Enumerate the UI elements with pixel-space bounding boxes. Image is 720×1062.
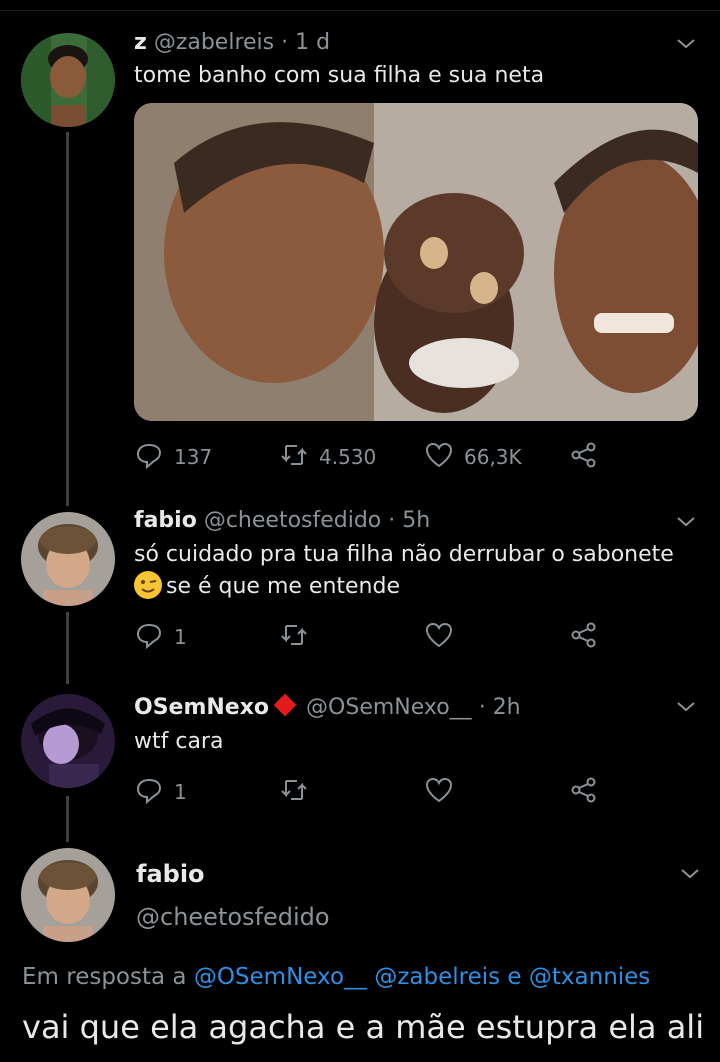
reply-button[interactable]: 137 xyxy=(134,437,212,477)
share-button[interactable] xyxy=(569,772,599,812)
wink-emoji-icon xyxy=(134,571,162,599)
like-button[interactable]: 66,3K xyxy=(424,437,522,477)
like-button[interactable] xyxy=(424,617,454,657)
retweet-icon xyxy=(279,440,309,475)
like-icon xyxy=(424,620,454,655)
reply-joiner: e xyxy=(507,964,522,990)
reply-button[interactable]: 1 xyxy=(134,617,187,657)
chevron-down-icon[interactable] xyxy=(674,695,698,719)
red-diamond-icon xyxy=(273,693,297,717)
reply-count: 1 xyxy=(174,780,187,804)
author-handle[interactable]: @OSemNexo__ xyxy=(306,695,472,720)
share-button[interactable] xyxy=(569,437,599,477)
like-count: 66,3K xyxy=(464,445,522,469)
like-icon xyxy=(424,440,454,475)
main-tweet-text: vai que ela agacha e a mãe estupra ela a… xyxy=(22,1008,705,1046)
tweet-text: wtf cara xyxy=(134,729,224,754)
share-button[interactable] xyxy=(569,617,599,657)
separator-dot: · xyxy=(478,695,486,720)
tweet-header: z @zabelreis · 1 d xyxy=(134,30,330,55)
tweet-text-line: se é que me entende xyxy=(134,571,674,603)
retweet-icon xyxy=(279,620,309,655)
retweet-icon xyxy=(279,775,309,810)
reply-icon xyxy=(134,440,164,475)
retweet-button[interactable] xyxy=(279,617,309,657)
reply-count: 1 xyxy=(174,625,187,649)
reply-prefix: Em resposta a xyxy=(22,964,187,990)
share-icon xyxy=(569,440,599,475)
separator-dot: · xyxy=(281,30,289,55)
reply-icon xyxy=(134,775,164,810)
tweet-actions: 1 xyxy=(134,772,614,812)
reply-icon xyxy=(134,620,164,655)
chevron-down-icon[interactable] xyxy=(678,862,702,886)
author-name[interactable]: fabio xyxy=(134,508,197,533)
avatar[interactable] xyxy=(21,694,115,788)
reply-context: Em resposta a @OSemNexo__ @zabelreis e @… xyxy=(22,964,650,990)
chevron-down-icon[interactable] xyxy=(674,510,698,534)
timestamp[interactable]: 5h xyxy=(402,508,430,533)
tweet-header: OSemNexo @OSemNexo__ · 2h xyxy=(134,693,521,720)
timestamp[interactable]: 2h xyxy=(493,695,521,720)
reply-button[interactable]: 1 xyxy=(134,772,187,812)
like-icon xyxy=(424,775,454,810)
chevron-down-icon[interactable] xyxy=(674,32,698,56)
thread-line xyxy=(66,132,69,506)
top-divider xyxy=(0,10,720,11)
share-icon xyxy=(569,775,599,810)
tweet-text: só cuidado pra tua filha não derrubar o … xyxy=(134,539,674,603)
avatar[interactable] xyxy=(21,848,115,942)
reply-mention-link[interactable]: @OSemNexo__ xyxy=(194,964,367,990)
tweet-header: fabio @cheetosfedido · 5h xyxy=(134,508,430,533)
thread-line xyxy=(66,796,69,842)
tweet-text-line: só cuidado pra tua filha não derrubar o … xyxy=(134,542,674,567)
reply-mention-link[interactable]: @zabelreis xyxy=(374,964,500,990)
like-button[interactable] xyxy=(424,772,454,812)
tweet-media-image[interactable] xyxy=(134,103,698,421)
author-name[interactable]: fabio xyxy=(136,860,205,888)
tweet-text-continued: se é que me entende xyxy=(166,574,400,599)
author-handle[interactable]: @cheetosfedido xyxy=(204,508,381,533)
author-handle[interactable]: @cheetosfedido xyxy=(136,903,330,931)
author-name[interactable]: OSemNexo xyxy=(134,695,269,720)
avatar[interactable] xyxy=(21,33,115,127)
thread-line xyxy=(66,612,69,684)
retweet-button[interactable]: 4.530 xyxy=(279,437,376,477)
timestamp[interactable]: 1 d xyxy=(295,30,330,55)
author-name[interactable]: z xyxy=(134,30,147,55)
reply-count: 137 xyxy=(174,445,213,469)
reply-mention-link[interactable]: @txannies xyxy=(529,964,650,990)
avatar[interactable] xyxy=(21,512,115,606)
author-handle[interactable]: @zabelreis xyxy=(154,30,274,55)
tweet-actions: 137 4.530 66,3K xyxy=(134,437,614,477)
separator-dot: · xyxy=(388,508,396,533)
tweet-actions: 1 xyxy=(134,617,614,657)
retweet-count: 4.530 xyxy=(319,445,377,469)
tweet-text: tome banho com sua filha e sua neta xyxy=(134,63,545,88)
retweet-button[interactable] xyxy=(279,772,309,812)
share-icon xyxy=(569,620,599,655)
